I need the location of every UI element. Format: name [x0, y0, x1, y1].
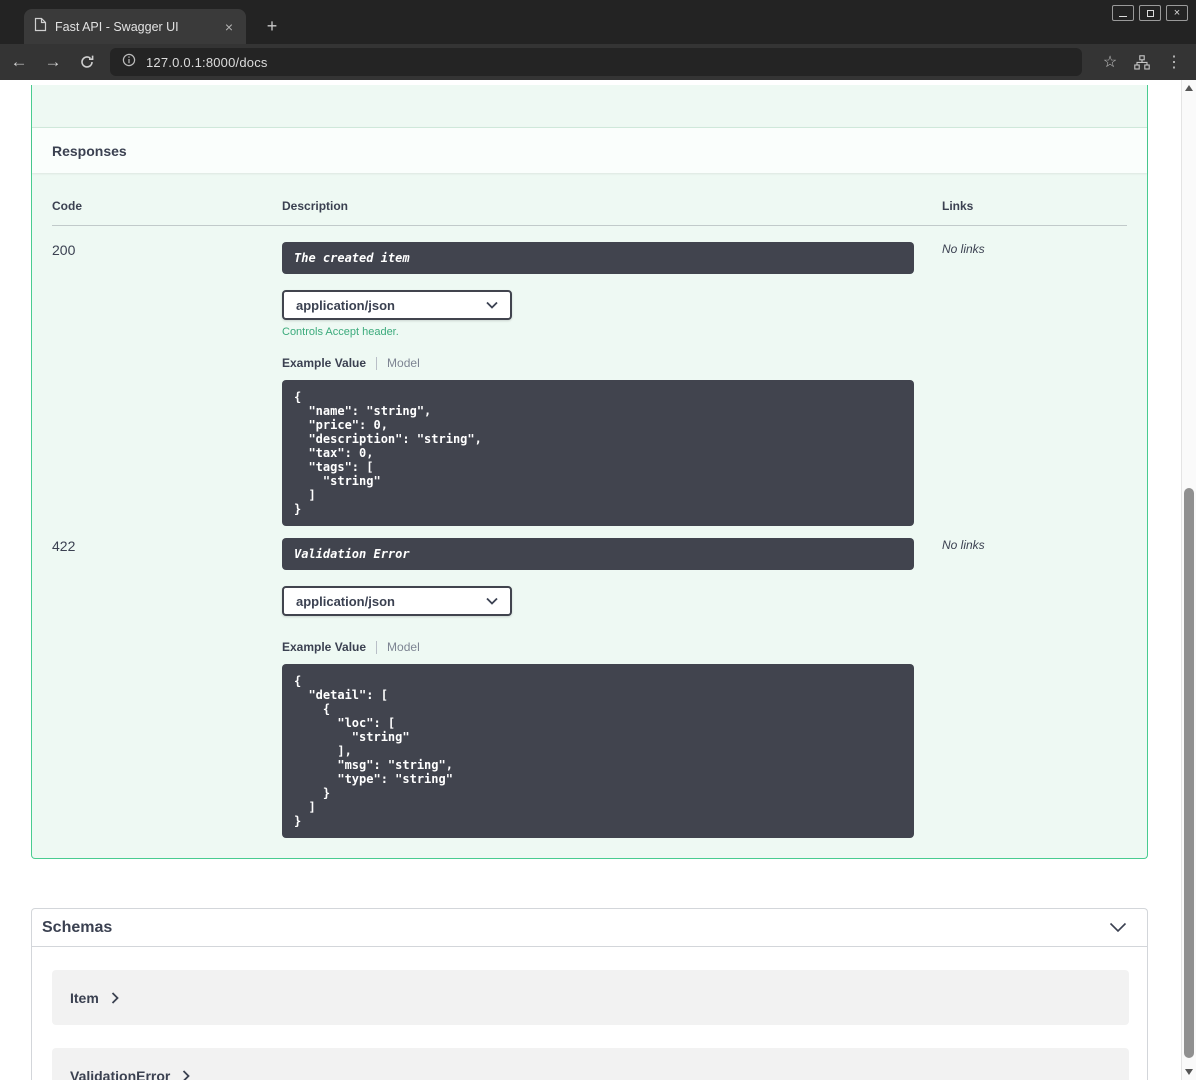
tab-example-value[interactable]: Example Value	[282, 640, 366, 654]
chevron-right-icon	[111, 991, 119, 1004]
tab-model[interactable]: Model	[387, 356, 420, 370]
chevron-right-icon	[183, 1069, 191, 1080]
maximize-icon	[1146, 9, 1154, 17]
response-code: 200	[52, 242, 76, 258]
back-button[interactable]: ←	[4, 48, 34, 76]
opblock-spacer	[32, 85, 1147, 127]
chevron-down-icon	[1109, 922, 1127, 933]
tab-separator	[376, 640, 378, 654]
media-type-select[interactable]: application/json	[282, 586, 512, 616]
responses-title: Responses	[52, 142, 127, 159]
minimize-icon	[1119, 15, 1127, 17]
vertical-scrollbar[interactable]	[1181, 80, 1196, 1080]
schemas-header[interactable]: Schemas	[32, 909, 1147, 947]
example-code-block: { "detail": [ { "loc": [ "string" ], "ms…	[282, 664, 914, 838]
site-info-icon[interactable]	[122, 53, 136, 72]
scrollbar-thumb[interactable]	[1184, 488, 1194, 1058]
media-type-select[interactable]: application/json	[282, 290, 512, 320]
example-model-tabs: Example Value Model	[282, 356, 942, 370]
sitemap-icon[interactable]	[1126, 48, 1158, 76]
tab-separator	[376, 356, 378, 370]
response-links: No links	[942, 242, 985, 256]
responses-section-header: Responses	[32, 127, 1147, 173]
column-description: Description	[282, 199, 349, 213]
minimize-button[interactable]	[1112, 5, 1134, 21]
scroll-down-icon[interactable]	[1185, 1069, 1193, 1075]
page-favicon-icon	[34, 17, 47, 37]
forward-button[interactable]: →	[38, 48, 68, 76]
tab-model[interactable]: Model	[387, 640, 420, 654]
response-code: 422	[52, 538, 76, 554]
maximize-button[interactable]	[1139, 5, 1161, 21]
model-name: ValidationError	[70, 1067, 171, 1080]
example-model-tabs: Example Value Model	[282, 640, 942, 654]
response-description: The created item	[282, 242, 914, 274]
controls-accept-note: Controls Accept header.	[282, 326, 399, 338]
response-row-422: 422 Validation Error application/json Ex…	[52, 538, 1127, 838]
tab-close-icon[interactable]: ×	[220, 18, 238, 36]
example-json: { "detail": [ { "loc": [ "string" ], "ms…	[294, 674, 453, 828]
chevron-down-icon	[486, 301, 498, 309]
response-row-200: 200 The created item application/json Co…	[52, 226, 1127, 526]
column-code: Code	[52, 199, 82, 213]
responses-table-header: Code Description Links	[52, 191, 1127, 226]
schemas-body: Item ValidationError	[32, 947, 1147, 1080]
example-json: { "name": "string", "price": 0, "descrip…	[294, 390, 482, 516]
model-item[interactable]: Item	[52, 970, 1129, 1025]
bookmark-star-icon[interactable]: ☆	[1094, 48, 1126, 76]
response-links: No links	[942, 538, 985, 552]
media-type-value: application/json	[296, 593, 395, 609]
tab-title: Fast API - Swagger UI	[55, 19, 179, 34]
response-description-cell: Validation Error application/json Exampl…	[282, 538, 942, 838]
browser-toolbar: ← → 127.0.0.1:8000/docs ☆ ⋮	[0, 44, 1196, 80]
browser-window: Fast API - Swagger UI × + × ← → 127.0.0.…	[0, 0, 1196, 1080]
response-description-cell: The created item application/json Contro…	[282, 242, 942, 526]
new-tab-button[interactable]: +	[260, 14, 284, 38]
column-links: Links	[942, 199, 974, 213]
responses-table: Code Description Links 200 The created i…	[32, 173, 1147, 858]
url-bar[interactable]: 127.0.0.1:8000/docs	[110, 48, 1082, 76]
response-description: Validation Error	[282, 538, 914, 570]
media-type-value: application/json	[296, 297, 395, 313]
model-validationerror[interactable]: ValidationError	[52, 1048, 1129, 1080]
toolbar-right: ☆ ⋮	[1094, 44, 1190, 80]
operation-block: Responses Code Description Links 200 The…	[31, 85, 1148, 859]
schemas-title: Schemas	[42, 918, 113, 936]
chevron-down-icon	[486, 597, 498, 605]
reload-icon	[81, 55, 94, 68]
scroll-up-icon[interactable]	[1185, 85, 1193, 91]
tab-example-value[interactable]: Example Value	[282, 356, 366, 370]
example-code-block: { "name": "string", "price": 0, "descrip…	[282, 380, 914, 526]
titlebar: Fast API - Swagger UI × + ×	[0, 0, 1196, 44]
close-button[interactable]: ×	[1166, 5, 1188, 21]
browser-menu-icon[interactable]: ⋮	[1158, 48, 1190, 76]
browser-tab[interactable]: Fast API - Swagger UI ×	[24, 9, 246, 44]
url-text: 127.0.0.1:8000/docs	[146, 54, 268, 70]
window-controls: ×	[1112, 5, 1188, 21]
page-content: Responses Code Description Links 200 The…	[0, 80, 1181, 1080]
schemas-section: Schemas Item ValidationError	[31, 908, 1148, 1080]
model-name: Item	[70, 989, 99, 1006]
reload-button[interactable]	[72, 48, 102, 76]
close-icon: ×	[1173, 6, 1181, 19]
